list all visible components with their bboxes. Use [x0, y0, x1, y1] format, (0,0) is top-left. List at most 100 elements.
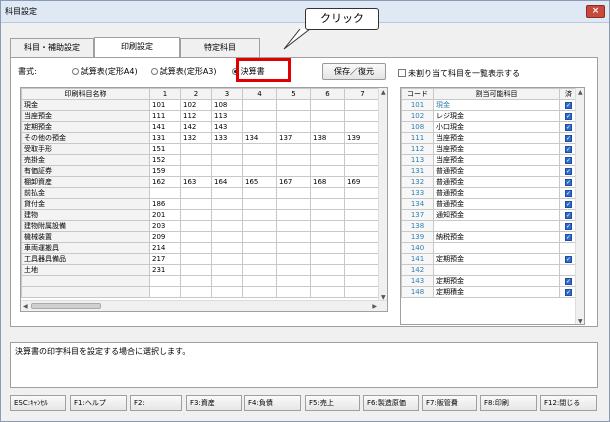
print-account-name[interactable]: 機械装置 [21, 231, 150, 243]
account-code-cell[interactable] [211, 231, 243, 243]
table-row[interactable]: 建物 201 [21, 209, 381, 221]
account-code-cell[interactable] [242, 198, 277, 210]
account-code-cell[interactable] [211, 220, 243, 232]
function-key-button[interactable]: F4:負債 [244, 395, 301, 411]
account-code-cell[interactable]: 169 [344, 176, 381, 188]
account-code-cell[interactable] [276, 110, 311, 122]
account-code-cell[interactable] [344, 99, 381, 111]
print-account-name[interactable]: 売掛金 [21, 154, 150, 166]
print-account-name[interactable]: 土地 [21, 264, 150, 276]
table-row[interactable]: 建物附属設備 203 [21, 220, 381, 232]
account-code-cell[interactable] [344, 220, 381, 232]
print-account-name[interactable] [21, 275, 150, 287]
grid-horizontal-scrollbar[interactable]: ◀ ▶ [21, 300, 387, 311]
account-code-cell[interactable]: 113 [211, 110, 243, 122]
account-code-cell[interactable] [310, 209, 345, 221]
table-row[interactable]: 棚卸資産 162 163 164 165 167 168 169 [21, 176, 381, 188]
account-code-cell[interactable] [310, 264, 345, 276]
check-icon[interactable]: ✓ [565, 223, 572, 230]
account-code-cell[interactable] [180, 143, 212, 155]
account-code-cell[interactable]: 151 [149, 143, 181, 155]
account-code-cell[interactable]: 159 [149, 165, 181, 177]
check-icon[interactable]: ✓ [565, 256, 572, 263]
account-code-cell[interactable] [344, 231, 381, 243]
account-code-cell[interactable] [180, 231, 212, 243]
account-code-cell[interactable] [310, 187, 345, 199]
account-code-cell[interactable] [242, 264, 277, 276]
print-account-name[interactable]: 建物附属設備 [21, 220, 150, 232]
list-item[interactable]: 108 小口現金 ✓ [401, 121, 578, 133]
table-row[interactable]: 機械装置 209 [21, 231, 381, 243]
function-key-button[interactable]: F3:資産 [186, 395, 242, 411]
account-code-cell[interactable] [276, 209, 311, 221]
check-icon[interactable]: ✓ [565, 146, 572, 153]
print-account-name[interactable]: 定期預金 [21, 121, 150, 133]
account-code-cell[interactable] [211, 209, 243, 221]
table-row[interactable] [21, 286, 381, 298]
account-code-cell[interactable] [310, 242, 345, 254]
close-button[interactable]: × [586, 5, 605, 18]
account-code-cell[interactable] [310, 165, 345, 177]
account-code-cell[interactable]: 111 [149, 110, 181, 122]
account-code-cell[interactable] [276, 231, 311, 243]
account-code-cell[interactable] [211, 154, 243, 166]
account-code-cell[interactable] [344, 209, 381, 221]
account-code-cell[interactable] [276, 143, 311, 155]
account-code-cell[interactable] [344, 253, 381, 265]
account-code-cell[interactable]: 217 [149, 253, 181, 265]
account-code-cell[interactable]: 231 [149, 264, 181, 276]
list-item[interactable]: 102 レジ現金 ✓ [401, 110, 578, 122]
unassigned-checkbox[interactable]: 未割り当て科目を一覧表示する [398, 68, 520, 79]
account-code-cell[interactable] [242, 165, 277, 177]
account-code-cell[interactable]: 167 [276, 176, 311, 188]
list-item[interactable]: 139 納税預金 ✓ [401, 231, 578, 243]
assign-vertical-scrollbar[interactable]: ▲ ▼ [575, 88, 584, 324]
function-key-button[interactable]: F7:販管費 [422, 395, 477, 411]
account-code-cell[interactable] [211, 286, 243, 298]
account-code-cell[interactable]: 141 [149, 121, 181, 133]
account-code-cell[interactable] [344, 154, 381, 166]
scroll-right-icon[interactable]: ▶ [372, 303, 377, 310]
format-option-a4[interactable]: 試算表(定形A4) [71, 67, 138, 76]
account-code-cell[interactable] [180, 154, 212, 166]
table-row[interactable]: その他の預金 131 132 133 134 137 138 139 [21, 132, 381, 144]
tab-specific-accounts[interactable]: 特定科目 [180, 38, 260, 57]
account-code-cell[interactable] [242, 209, 277, 221]
account-code-cell[interactable] [211, 143, 243, 155]
account-code-cell[interactable] [344, 264, 381, 276]
account-code-cell[interactable] [242, 110, 277, 122]
account-code-cell[interactable]: 203 [149, 220, 181, 232]
check-icon[interactable]: ✓ [565, 212, 572, 219]
account-code-cell[interactable] [242, 187, 277, 199]
list-item[interactable]: 113 当座預金 ✓ [401, 154, 578, 166]
account-code-cell[interactable] [344, 198, 381, 210]
account-code-cell[interactable] [276, 99, 311, 111]
table-row[interactable]: 前払金 [21, 187, 381, 199]
check-icon[interactable]: ✓ [565, 124, 572, 131]
check-icon[interactable]: ✓ [565, 234, 572, 241]
account-code-cell[interactable] [149, 187, 181, 199]
account-code-cell[interactable]: 165 [242, 176, 277, 188]
account-code-cell[interactable] [180, 242, 212, 254]
print-account-name[interactable]: その他の預金 [21, 132, 150, 144]
account-code-cell[interactable] [310, 286, 345, 298]
account-code-cell[interactable] [344, 286, 381, 298]
check-icon[interactable]: ✓ [565, 201, 572, 208]
account-code-cell[interactable] [276, 165, 311, 177]
account-code-cell[interactable] [211, 165, 243, 177]
account-code-cell[interactable] [310, 110, 345, 122]
account-code-cell[interactable] [242, 220, 277, 232]
account-code-cell[interactable] [242, 99, 277, 111]
list-item[interactable]: 132 普通預金 ✓ [401, 176, 578, 188]
list-item[interactable]: 141 定期預金 ✓ [401, 253, 578, 265]
account-code-cell[interactable] [276, 198, 311, 210]
list-item[interactable]: 138 ✓ [401, 220, 578, 232]
list-item[interactable]: 131 普通預金 ✓ [401, 165, 578, 177]
checkbox-icon[interactable] [398, 69, 406, 77]
account-code-cell[interactable] [310, 143, 345, 155]
account-code-cell[interactable]: 201 [149, 209, 181, 221]
print-account-name[interactable]: 当座預金 [21, 110, 150, 122]
scroll-left-icon[interactable]: ◀ [23, 303, 28, 310]
account-code-cell[interactable] [180, 198, 212, 210]
account-code-cell[interactable]: 163 [180, 176, 212, 188]
